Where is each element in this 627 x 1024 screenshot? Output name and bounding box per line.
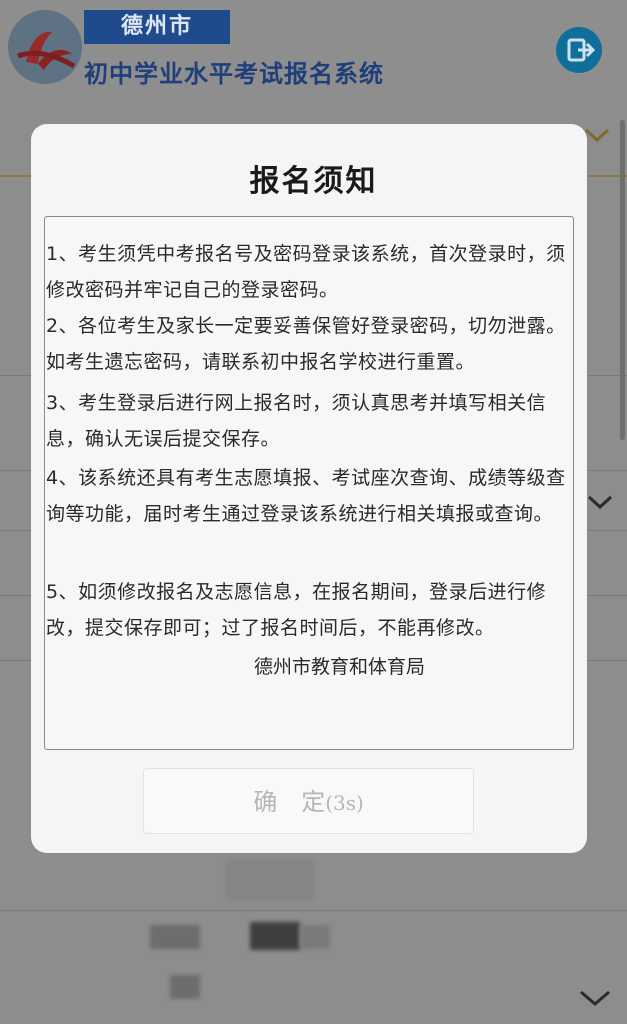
- ribbon-logo: [8, 10, 82, 84]
- countdown-timer: (3s): [325, 791, 364, 815]
- notice-item-2: 2、各位考生及家长一定要妥善保管好登录密码，切勿泄露。如考生遗忘密码，请联系初中…: [46, 315, 566, 373]
- background-divider: [0, 910, 627, 911]
- notice-item-1: 1、考生须凭中考报名号及密码登录该系统，首次登录时，须修改密码并牢记自己的登录密…: [46, 243, 566, 301]
- issuer-signature: 德州市教育和体育局: [254, 656, 426, 678]
- dialog-title: 报名须知: [249, 164, 378, 199]
- notice-item-4: 4、该系统还具有考生志愿填报、考试座次查询、成绩等级查询等功能，届时考生通过登录…: [46, 467, 566, 525]
- city-badge: 德州市: [84, 10, 230, 44]
- notice-item-5: 5、如须修改报名及志愿信息，在报名期间，登录后进行修改，提交保存即可；过了报名时…: [46, 581, 547, 639]
- confirm-label: 确 定: [253, 788, 326, 816]
- logout-icon: [567, 38, 596, 62]
- chevron-down-icon[interactable]: [586, 490, 614, 514]
- app-header: 德州市 初中学业水平考试报名系统: [0, 0, 627, 95]
- logout-button[interactable]: [556, 27, 602, 73]
- blurred-content: [170, 975, 200, 999]
- blurred-content: [300, 925, 330, 949]
- blurred-content: [150, 925, 200, 949]
- confirm-button[interactable]: 确 定(3s): [143, 768, 474, 834]
- notice-item-3: 3、考生登录后进行网上报名时，须认真思考并填写相关信息，确认无误后提交保存。: [46, 392, 547, 450]
- system-title: 初中学业水平考试报名系统: [84, 60, 384, 88]
- blurred-content: [250, 922, 300, 950]
- chevron-down-icon[interactable]: [578, 985, 612, 1011]
- blurred-content: [225, 860, 315, 900]
